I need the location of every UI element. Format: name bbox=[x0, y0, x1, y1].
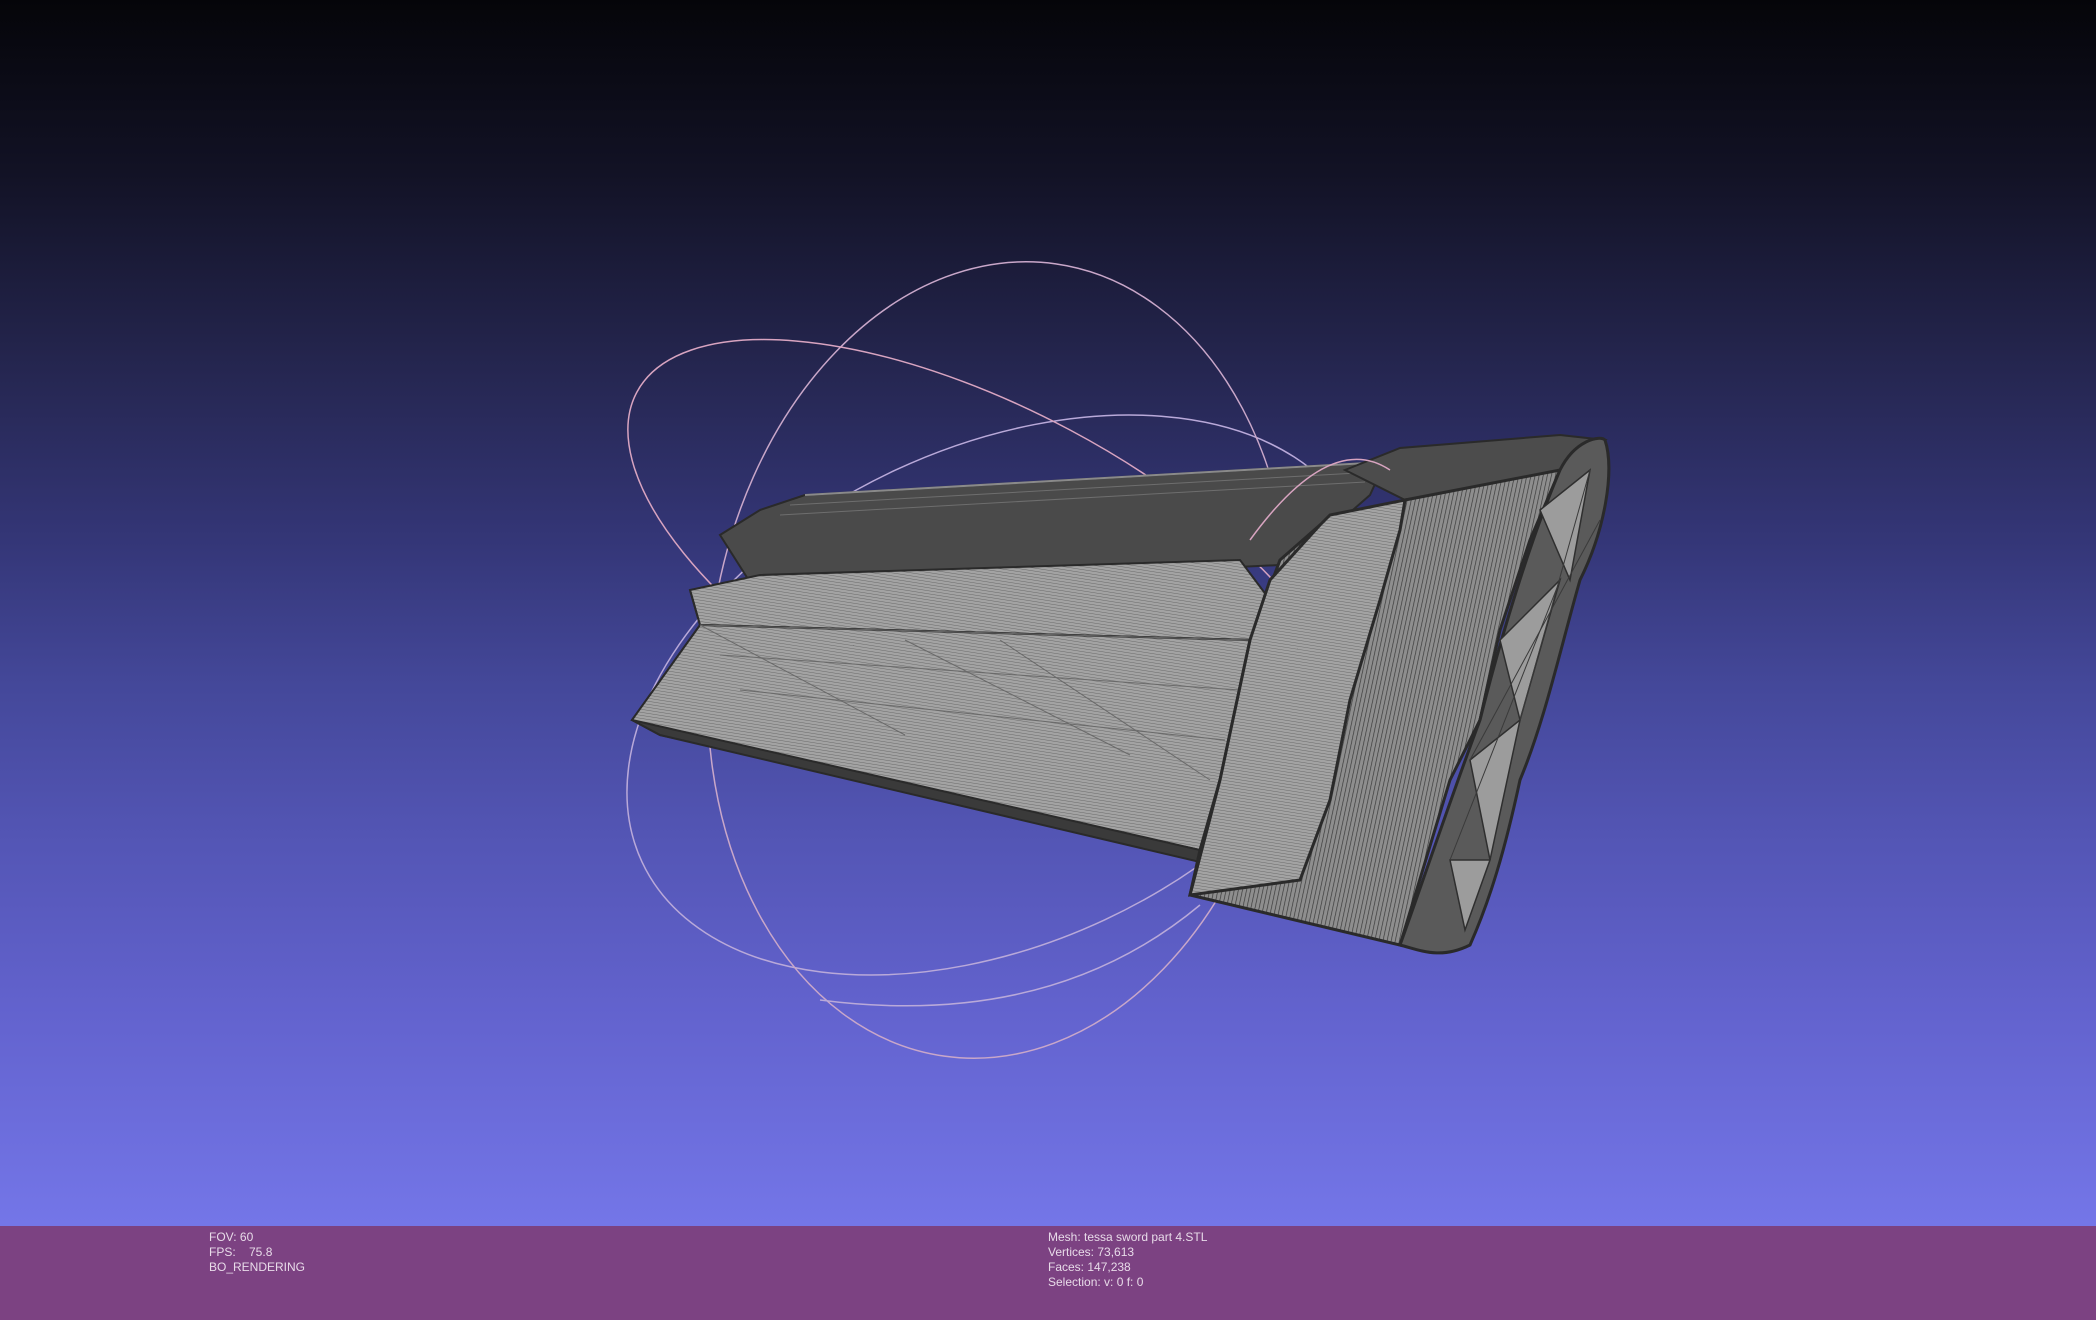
status-bar: FOV: 60 FPS: 75.8 BO_RENDERING Mesh: tes… bbox=[0, 1226, 2096, 1320]
3d-viewport[interactable] bbox=[0, 0, 2096, 1226]
fov-label: FOV: 60 bbox=[209, 1230, 254, 1244]
mesh-info: Mesh: tessa sword part 4.STL Vertices: 7… bbox=[1048, 1230, 1207, 1290]
render-info: FOV: 60 FPS: 75.8 BO_RENDERING bbox=[209, 1230, 305, 1275]
mesh-model[interactable] bbox=[630, 433, 1611, 955]
vertices-label: Vertices: 73,613 bbox=[1048, 1245, 1135, 1259]
mesh-scene[interactable] bbox=[0, 0, 2096, 1226]
fps-label: FPS: 75.8 bbox=[209, 1245, 273, 1259]
render-mode-label: BO_RENDERING bbox=[209, 1260, 306, 1274]
selection-label: Selection: v: 0 f: 0 bbox=[1048, 1275, 1144, 1289]
mesh-name-label: Mesh: tessa sword part 4.STL bbox=[1048, 1230, 1208, 1244]
faces-label: Faces: 147,238 bbox=[1048, 1260, 1131, 1274]
